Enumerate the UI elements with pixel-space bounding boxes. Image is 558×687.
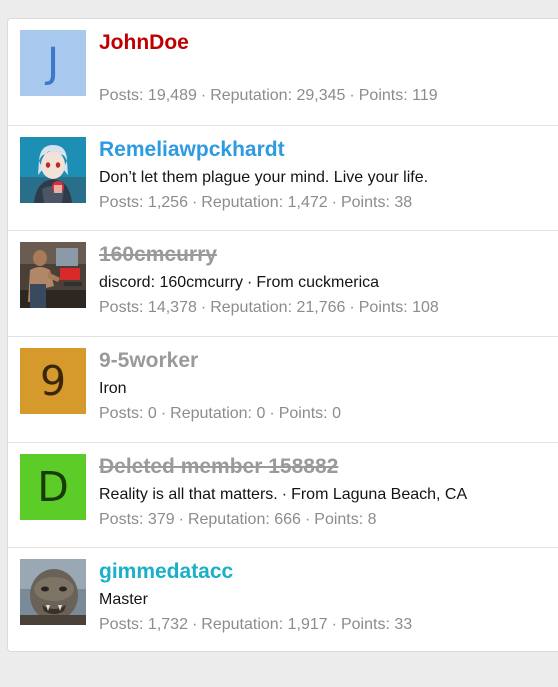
username-link[interactable]: gimmedatacc [99, 559, 233, 585]
points-label: Points: [314, 511, 364, 528]
member-row: J JohnDoe Posts: 19,489 · Reputation: 29,3… [8, 19, 558, 124]
member-stats: Posts: 19,489 · Reputation: 29,345 · Points:… [99, 86, 438, 106]
reputation-label: Reputation: [201, 194, 284, 211]
anime-girl-avatar[interactable] [20, 137, 86, 203]
posts-count: 1,256 [147, 194, 188, 211]
member-row: D Deleted member 158882 Reality is all t… [8, 442, 558, 548]
points-count: 0 [332, 405, 341, 422]
points-count: 119 [412, 87, 438, 104]
reputation-label: Reputation: [187, 511, 270, 528]
reputation-count: 0 [256, 405, 266, 422]
member-stats: Posts: 1,732 · Reputation: 1,917 · Points: 3… [99, 615, 412, 635]
posts-count: 14,378 [147, 299, 197, 316]
member-stats: Posts: 14,378 · Reputation: 21,766 · Points:… [99, 298, 439, 318]
user-title: Iron [99, 380, 127, 397]
separator: · [349, 299, 355, 316]
avatar-letter: 9 [39, 356, 67, 405]
member-stats: Posts: 379 · Reputation: 666 · Points: 8 [99, 510, 377, 530]
user-location: From cuckmerica [256, 274, 380, 291]
avatar-letter: J [46, 38, 60, 87]
points-count: 108 [412, 299, 439, 316]
reputation-label: Reputation: [210, 87, 293, 104]
user-title: Don’t let them plague your mind. Live yo… [99, 169, 429, 186]
member-list: J JohnDoe Posts: 19,489 · Reputation: 29,3… [7, 18, 558, 652]
user-location: From Laguna Beach, CA [291, 486, 468, 503]
separator: · [331, 194, 337, 211]
username-link[interactable]: 9-5worker [99, 348, 198, 374]
avatar[interactable]: 9 [20, 348, 86, 414]
separator: · [191, 194, 198, 211]
reputation-count: 1,917 [287, 616, 328, 633]
posts-label: Posts: [99, 616, 144, 633]
separator: · [281, 486, 288, 503]
user-title: discord: 160cmcurry [99, 274, 244, 291]
posts-label: Posts: [99, 87, 144, 104]
orc-face-avatar[interactable] [20, 559, 86, 625]
reputation-label: Reputation: [201, 616, 284, 633]
separator: · [304, 511, 311, 528]
separator: · [178, 511, 184, 528]
posts-label: Posts: [99, 405, 144, 422]
points-count: 8 [367, 511, 377, 528]
member-row: 160cmcurry discord: 160cmcurry · From cuck… [8, 230, 558, 336]
points-label: Points: [358, 299, 408, 316]
separator: · [200, 87, 207, 104]
username-link[interactable]: 160cmcurry [99, 242, 217, 268]
reputation-count: 666 [274, 511, 301, 528]
member-title: Iron [99, 379, 127, 399]
member-row: gimmedatacc Master Posts: 1,732 · Reputati… [8, 547, 558, 653]
points-count: 38 [394, 194, 413, 211]
member-stats: Posts: 0 · Reputation: 0 · Points: 0 [99, 404, 341, 424]
posts-label: Posts: [99, 299, 144, 316]
reputation-count: 29,345 [296, 87, 346, 104]
points-count: 33 [394, 616, 413, 633]
reputation-label: Reputation: [210, 299, 293, 316]
posts-count: 19,489 [147, 87, 197, 104]
member-title: Reality is all that matters. · From Laguna… [99, 485, 467, 505]
separator: · [269, 405, 275, 422]
member-title: discord: 160cmcurry · From cuckmerica [99, 273, 379, 293]
member-title: Don’t let them plague your mind. Live yo… [99, 168, 428, 188]
separator: · [349, 87, 355, 104]
member-row: 9 9-5worker Iron Posts: 0 · Reputation: 0 ·… [8, 336, 558, 442]
avatar[interactable]: J [20, 30, 86, 96]
posts-count: 0 [147, 405, 157, 422]
separator: · [200, 299, 207, 316]
separator: · [160, 405, 167, 422]
member-title: Master [99, 590, 148, 610]
posts-count: 379 [147, 511, 175, 528]
avatar[interactable]: D [20, 454, 86, 520]
avatar-letter: D [37, 462, 69, 511]
reputation-count: 21,766 [296, 299, 346, 316]
user-title: Master [99, 591, 148, 608]
user-title: Reality is all that matters. [99, 486, 278, 503]
points-label: Points: [340, 616, 390, 633]
username-link[interactable]: JohnDoe [99, 30, 189, 56]
points-label: Points: [358, 87, 408, 104]
gym-photo-avatar[interactable] [20, 242, 86, 308]
separator: · [331, 616, 337, 633]
reputation-label: Reputation: [170, 405, 252, 422]
reputation-count: 1,472 [287, 194, 328, 211]
points-label: Points: [278, 405, 328, 422]
separator: · [247, 274, 253, 291]
posts-label: Posts: [99, 194, 144, 211]
points-label: Points: [340, 194, 390, 211]
member-row: Remeliawpckhardt Don’t let them plague y… [8, 125, 558, 231]
separator: · [191, 616, 198, 633]
posts-label: Posts: [99, 511, 144, 528]
posts-count: 1,732 [147, 616, 188, 633]
username-link[interactable]: Remeliawpckhardt [99, 137, 285, 163]
member-stats: Posts: 1,256 · Reputation: 1,472 · Points: 3… [99, 193, 412, 213]
username-link[interactable]: Deleted member 158882 [99, 454, 338, 480]
